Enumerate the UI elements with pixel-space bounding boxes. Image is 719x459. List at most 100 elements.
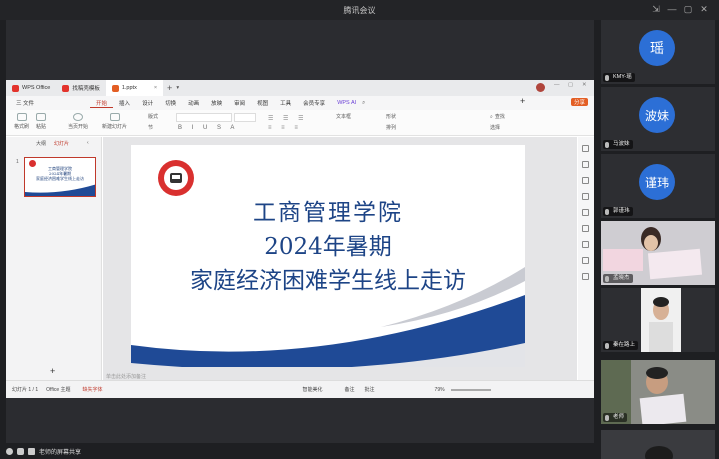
menu-tools[interactable]: 工具: [274, 99, 297, 107]
menu-design[interactable]: 设计: [136, 99, 159, 107]
participant-tile[interactable]: [601, 430, 715, 459]
slide-thumbnail-panel: 大纲 幻灯片 ‹ 1 工商管理学院 2024年暑期 家庭经济困难学生线上走访 +: [6, 137, 102, 380]
menu-view[interactable]: 视图: [251, 99, 274, 107]
tab-close-icon[interactable]: ×: [154, 85, 157, 91]
tab-label: 1.pptx: [121, 85, 137, 91]
slide-count: 幻灯片 1 / 1: [12, 387, 39, 393]
right-toolbar: [578, 137, 594, 380]
search-icon: ⌕: [490, 113, 493, 120]
layout-button[interactable]: 版式: [148, 113, 158, 120]
menu-transition[interactable]: 切换: [159, 99, 182, 107]
theme-name: Office 主题: [46, 387, 71, 393]
wps-window: WPS Office 找稿壳模板 1.pptx × + ▾ — ▢ ✕ 三 文件…: [6, 80, 594, 398]
star-icon[interactable]: [582, 161, 589, 168]
notes-button[interactable]: 备注: [345, 386, 355, 393]
align-buttons[interactable]: ≡ ≡ ≡: [268, 125, 302, 131]
template-icon: [62, 84, 70, 92]
section-button[interactable]: 节: [148, 124, 153, 131]
animation-icon[interactable]: [582, 257, 589, 264]
missing-font-warning[interactable]: 缺失字体: [82, 386, 102, 393]
tab-dropdown-icon[interactable]: ▾: [176, 85, 179, 91]
button-label: 查找: [494, 114, 505, 120]
slide-title-line2: 2024年暑期: [264, 234, 392, 260]
screen-icon: [28, 447, 35, 455]
copy-icon[interactable]: [582, 177, 589, 184]
new-slide-button[interactable]: 新建幻灯片: [102, 113, 127, 130]
menu-wps-ai[interactable]: WPS AI: [331, 100, 362, 106]
participant-list: 瑶 KMY-瑶 波妹 马波妹 谨玮 郭谨玮 孟晓杰 秦在路上 老师: [598, 20, 719, 459]
menu-insert[interactable]: 插入: [113, 99, 136, 107]
notes-placeholder[interactable]: 单击此处添加备注: [106, 373, 146, 380]
play-from-current-button[interactable]: 当页开始: [68, 113, 88, 130]
button-label: 形状: [386, 114, 397, 120]
share-button[interactable]: 分享: [571, 98, 589, 106]
settings-icon[interactable]: [582, 273, 589, 280]
minimize-icon[interactable]: —: [666, 3, 678, 15]
button-label: 版式: [148, 114, 159, 120]
smart-beautify-button[interactable]: 智能美化: [303, 386, 323, 393]
participant-tile[interactable]: 波妹 马波妹: [601, 87, 715, 151]
school-logo-icon: [158, 160, 194, 196]
new-tab-icon[interactable]: +: [167, 83, 172, 93]
menu-slideshow[interactable]: 放映: [205, 99, 228, 107]
property-icon[interactable]: [582, 145, 589, 152]
zoom-slider[interactable]: [450, 388, 491, 391]
slide[interactable]: 工商管理学院 2024年暑期 家庭经济困难学生线上走访: [131, 145, 525, 367]
button-label: 文本框: [336, 114, 352, 120]
tab-slides[interactable]: 幻灯片: [54, 140, 69, 147]
find-button[interactable]: ⌕ 查找: [490, 113, 505, 121]
font-family-select[interactable]: [176, 113, 232, 122]
button-label: 粘贴: [36, 124, 47, 130]
slide-thumbnail[interactable]: 工商管理学院 2024年暑期 家庭经济困难学生线上走访: [24, 157, 96, 197]
maximize-icon[interactable]: ▢: [568, 82, 573, 88]
participant-name: KMY-瑶: [603, 73, 635, 82]
tab-outline[interactable]: 大纲: [36, 140, 46, 147]
image-icon[interactable]: [582, 193, 589, 200]
close-icon[interactable]: ✕: [698, 3, 710, 15]
table-icon[interactable]: [582, 225, 589, 232]
menu-animation[interactable]: 动画: [182, 99, 205, 107]
comments-button[interactable]: 批注: [365, 386, 375, 393]
participant-tile-active[interactable]: 老师: [601, 360, 715, 424]
button-label: 排列: [386, 125, 397, 131]
participant-tile[interactable]: 谨玮 郭谨玮: [601, 154, 715, 218]
search-icon[interactable]: ⌕: [362, 100, 365, 107]
text-box-button[interactable]: 文本框: [336, 113, 351, 120]
text-format-buttons[interactable]: B I U S A: [178, 125, 238, 131]
minimize-icon[interactable]: —: [554, 82, 560, 88]
add-icon[interactable]: +: [520, 96, 525, 106]
participant-tile[interactable]: 瑶 KMY-瑶: [601, 20, 715, 84]
font-size-select[interactable]: [234, 113, 256, 122]
maximize-icon[interactable]: ▢: [682, 3, 694, 15]
tab-template[interactable]: 找稿壳模板: [56, 80, 106, 96]
button-label: 节: [148, 125, 154, 131]
select-button[interactable]: 选择: [490, 124, 500, 131]
format-painter-button[interactable]: 格式刷: [14, 113, 29, 130]
window-titlebar: 腾讯会议 ⇲ — ▢ ✕: [0, 0, 719, 20]
mic-icon[interactable]: [17, 447, 24, 455]
participant-tile[interactable]: 孟晓杰: [601, 221, 715, 285]
paragraph-buttons[interactable]: ☰ ☰ ☰: [268, 115, 307, 122]
tab-pptx[interactable]: 1.pptx ×: [105, 80, 164, 96]
shapes-button[interactable]: 形状: [386, 113, 396, 120]
menu-file[interactable]: 三 文件: [10, 99, 40, 107]
collapse-icon[interactable]: ‹: [87, 140, 89, 146]
participant-tile[interactable]: 秦在路上: [601, 288, 715, 352]
pin-icon[interactable]: ⇲: [650, 3, 662, 15]
add-slide-icon[interactable]: +: [50, 366, 55, 376]
paste-button[interactable]: 粘贴: [36, 113, 46, 130]
chart-icon[interactable]: [582, 241, 589, 248]
screen-share-bar: 老师的屏幕共享: [0, 443, 600, 459]
menu-home[interactable]: 开始: [90, 99, 114, 108]
zoom-level[interactable]: 79%: [435, 387, 445, 393]
tab-wps-office[interactable]: WPS Office: [6, 80, 56, 96]
avatar[interactable]: [536, 83, 545, 92]
menu-membership[interactable]: 会员专享: [297, 99, 331, 107]
arrange-button[interactable]: 排列: [386, 124, 396, 131]
close-icon[interactable]: ✕: [582, 82, 587, 88]
wps-logo-icon: [12, 84, 19, 92]
wps-menubar: 三 文件 开始 插入 设计 切换 动画 放映 审阅 视图 工具 会员专享 WPS…: [6, 96, 594, 110]
menu-review[interactable]: 审阅: [228, 99, 251, 107]
shape-icon[interactable]: [582, 209, 589, 216]
thumb-line: 家庭经济困难学生线上走访: [36, 176, 84, 181]
